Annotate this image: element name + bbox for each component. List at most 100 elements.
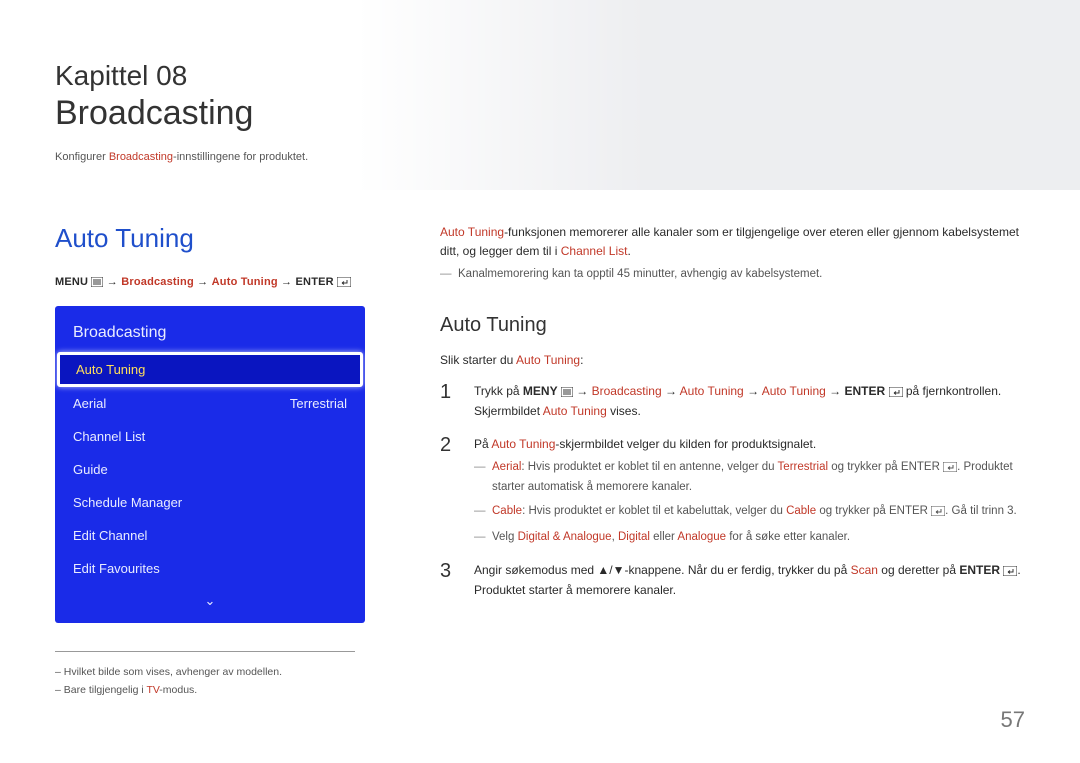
enter-icon bbox=[1003, 563, 1017, 582]
arrow-1: → bbox=[107, 276, 118, 288]
menu-icon bbox=[561, 384, 573, 403]
s2s1-b: Cable bbox=[786, 505, 816, 517]
s2s2-mid2: eller bbox=[650, 531, 678, 543]
osd-item-aerial[interactable]: Aerial Terrestrial bbox=[55, 387, 365, 420]
menu-icon bbox=[91, 277, 103, 290]
s2s1-tail2: . Gå til trinn 3. bbox=[945, 505, 1017, 517]
osd-item-edit-favourites[interactable]: Edit Favourites bbox=[55, 552, 365, 585]
osd-item-label: Aerial bbox=[73, 396, 106, 411]
para1-hl1: Auto Tuning bbox=[440, 225, 504, 239]
s1-hl4: Auto Tuning bbox=[543, 404, 607, 418]
intro-pre: Konfigurer bbox=[55, 151, 109, 163]
s2s1-mid: : Hvis produktet er koblet til et kabelu… bbox=[522, 505, 786, 517]
s3-pre: Angir søkemodus med ▲/▼-knappene. Når du… bbox=[474, 563, 851, 577]
s2s2-c: Analogue bbox=[677, 531, 726, 543]
enter-icon bbox=[931, 505, 945, 523]
s2s2-a: Digital & Analogue bbox=[518, 531, 612, 543]
step-number: 3 bbox=[440, 561, 458, 600]
s3-b1: ENTER bbox=[959, 563, 1000, 577]
step-3: 3 Angir søkemodus med ▲/▼-knappene. Når … bbox=[440, 561, 1025, 600]
s2-post: -skjermbildet velger du kilden for produ… bbox=[555, 437, 816, 451]
footnote-2-pre: – Bare tilgjengelig i bbox=[55, 684, 146, 696]
osd-item-auto-tuning[interactable]: Auto Tuning bbox=[57, 352, 363, 387]
para1-mid: -funksjonen memorerer alle kanaler som e… bbox=[440, 225, 1019, 258]
nav-seg-1: Broadcasting bbox=[121, 276, 194, 288]
step-body: Angir søkemodus med ▲/▼-knappene. Når du… bbox=[474, 561, 1025, 600]
nav-menu-label: MENU bbox=[55, 276, 88, 288]
intro-2: Slik starter du Auto Tuning: bbox=[440, 351, 1025, 370]
intro-post: -innstillingene for produktet. bbox=[173, 151, 308, 163]
s2s0-mid: : Hvis produktet er koblet til en antenn… bbox=[521, 461, 777, 473]
s1-hl1: Broadcasting bbox=[592, 384, 662, 398]
osd-item-value: Terrestrial bbox=[290, 396, 347, 411]
osd-item-guide[interactable]: Guide bbox=[55, 453, 365, 486]
intro2-pre: Slik starter du bbox=[440, 353, 516, 367]
osd-title: Broadcasting bbox=[55, 320, 365, 352]
s2-pre: På bbox=[474, 437, 491, 451]
step-sub-digital: Velg Digital & Analogue, Digital eller A… bbox=[474, 529, 1025, 547]
osd-item-channel-list[interactable]: Channel List bbox=[55, 420, 365, 453]
s1-a2: → bbox=[665, 384, 677, 398]
footnote-1: – Hvilket bilde som vises, avhenger av m… bbox=[55, 666, 355, 678]
osd-item-label: Edit Favourites bbox=[73, 561, 160, 576]
nav-enter-label: ENTER bbox=[296, 276, 334, 288]
s1-a1: → bbox=[576, 384, 588, 398]
s2s0-tail: og trykker på ENTER bbox=[828, 461, 943, 473]
arrow-3: → bbox=[281, 276, 292, 288]
s2-hl1: Auto Tuning bbox=[491, 437, 555, 451]
s1-pre: Trykk på bbox=[474, 384, 523, 398]
s2s2-pre: Velg bbox=[492, 531, 518, 543]
s2s1-a: Cable bbox=[492, 505, 522, 517]
step-1: 1 Trykk på MENY → Broadcasting → Auto Tu… bbox=[440, 382, 1025, 421]
step-2: 2 På Auto Tuning-skjermbildet velger du … bbox=[440, 435, 1025, 547]
nav-path: MENU → Broadcasting → Auto Tuning → ENTE… bbox=[55, 276, 400, 290]
step-sub-cable: Cable: Hvis produktet er koblet til et k… bbox=[474, 503, 1025, 523]
s2s2-b: Digital bbox=[618, 531, 650, 543]
s3-mid: og deretter på bbox=[878, 563, 959, 577]
chevron-down-icon[interactable]: ⌄ bbox=[55, 585, 365, 609]
intro-hl: Broadcasting bbox=[109, 151, 173, 163]
para1-hl2: Channel List bbox=[561, 244, 628, 258]
step-number: 1 bbox=[440, 382, 458, 421]
enter-icon bbox=[943, 461, 957, 479]
page-number: 57 bbox=[1001, 707, 1025, 733]
para1-end: . bbox=[627, 244, 630, 258]
s1-a4: → bbox=[829, 384, 841, 398]
s1-b1: MENY bbox=[523, 384, 558, 398]
osd-item-label: Edit Channel bbox=[73, 528, 147, 543]
osd-panel: Broadcasting Auto Tuning Aerial Terrestr… bbox=[55, 306, 365, 623]
osd-item-label: Schedule Manager bbox=[73, 495, 182, 510]
arrow-2: → bbox=[197, 276, 208, 288]
s1-hl3: Auto Tuning bbox=[762, 384, 826, 398]
intro2-hl: Auto Tuning bbox=[516, 353, 580, 367]
nav-seg-2: Auto Tuning bbox=[212, 276, 278, 288]
intro-text: Konfigurer Broadcasting-innstillingene f… bbox=[55, 151, 1025, 163]
s1-b2: ENTER bbox=[845, 384, 886, 398]
osd-item-edit-channel[interactable]: Edit Channel bbox=[55, 519, 365, 552]
step-body: Trykk på MENY → Broadcasting → Auto Tuni… bbox=[474, 382, 1025, 421]
s2s0-a: Aerial bbox=[492, 461, 521, 473]
section-heading: Auto Tuning bbox=[55, 223, 400, 254]
chapter-line: Kapittel 08 bbox=[55, 60, 1025, 92]
s2s2-tail: for å søke etter kanaler. bbox=[726, 531, 850, 543]
footnote-2-post: -modus. bbox=[159, 684, 197, 696]
chapter-title: Broadcasting bbox=[55, 94, 1025, 133]
s2s0-b: Terrestrial bbox=[778, 461, 828, 473]
intro2-post: : bbox=[580, 353, 583, 367]
dash-note-1: Kanalmemorering kan ta opptil 45 minutte… bbox=[440, 266, 1025, 284]
s2s1-tail: og trykker på ENTER bbox=[816, 505, 931, 517]
enter-icon bbox=[889, 384, 903, 403]
sub-heading: Auto Tuning bbox=[440, 310, 1025, 341]
enter-icon bbox=[337, 277, 351, 290]
s1-hl2: Auto Tuning bbox=[680, 384, 744, 398]
step-body: På Auto Tuning-skjermbildet velger du ki… bbox=[474, 435, 1025, 547]
footnotes: – Hvilket bilde som vises, avhenger av m… bbox=[55, 651, 355, 696]
osd-item-label: Auto Tuning bbox=[76, 362, 145, 377]
step-number: 2 bbox=[440, 435, 458, 547]
footnote-2: – Bare tilgjengelig i TV-modus. bbox=[55, 684, 355, 696]
para-1: Auto Tuning-funksjonen memorerer alle ka… bbox=[440, 223, 1025, 260]
osd-item-label: Channel List bbox=[73, 429, 145, 444]
s1-a3: → bbox=[747, 384, 759, 398]
footnote-2-hl: TV bbox=[146, 684, 159, 696]
osd-item-schedule-manager[interactable]: Schedule Manager bbox=[55, 486, 365, 519]
